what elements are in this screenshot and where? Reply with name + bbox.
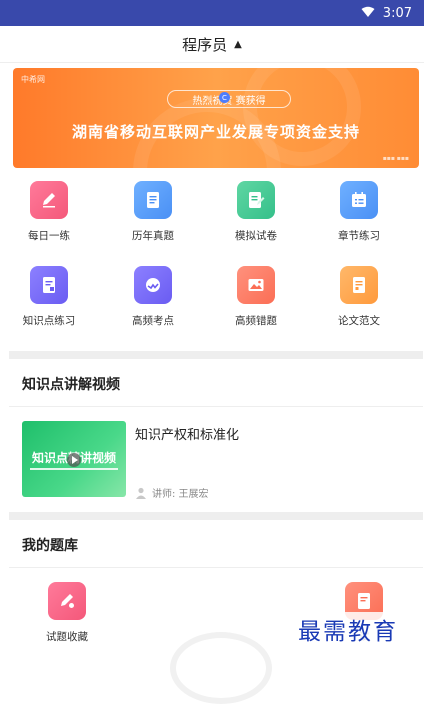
section-divider: [9, 512, 423, 520]
grid-item-label: 高频考点: [132, 315, 174, 327]
grid-item-label: 每日一练: [28, 230, 70, 242]
image-icon: [237, 266, 275, 304]
grid-item-label: 模拟试卷: [235, 230, 277, 242]
library-item-label: 试题收藏: [46, 631, 88, 643]
decorative-arc: [170, 632, 272, 704]
section-separator: [9, 567, 423, 568]
section-separator: [9, 406, 423, 407]
pencil-star-icon: [48, 582, 86, 620]
triangle-up-icon: ▲: [234, 38, 242, 50]
video-title[interactable]: 知识产权和标准化: [135, 424, 239, 443]
thumbnail-underline: [30, 468, 118, 470]
note-icon: [30, 266, 68, 304]
page-title: 程序员: [182, 35, 228, 54]
grid-item-label: 知识点练习: [22, 315, 76, 327]
grid-item-label: 章节练习: [338, 230, 380, 242]
banner-badge-icon: C: [219, 92, 230, 103]
library-section-title: 我的题库: [22, 538, 78, 554]
pencil-icon: [30, 181, 68, 219]
watermark-text: 最需教育: [298, 612, 398, 646]
essay-icon: [340, 266, 378, 304]
grid-item-label: 历年真题: [132, 230, 174, 242]
promo-banner[interactable]: 中希网 热烈祝贺 赛获得 C 湖南省移动互联网产业发展专项资金支持 ▪▪▪ ▪▪…: [13, 68, 419, 168]
section-divider: [9, 351, 423, 359]
document-icon: [134, 181, 172, 219]
grid-item-daily-practice[interactable]: 每日一练: [9, 181, 89, 243]
gauge-icon: [134, 266, 172, 304]
video-section-title: 知识点讲解视频: [22, 377, 120, 393]
play-icon[interactable]: [67, 453, 81, 467]
grid-item-hot-topics[interactable]: 高频考点: [113, 266, 193, 328]
grid-item-sample-essays[interactable]: 论文范文: [319, 266, 399, 328]
calendar-list-icon: [340, 181, 378, 219]
grid-item-past-exams[interactable]: 历年真题: [113, 181, 193, 243]
grid-item-chapter-practice[interactable]: 章节练习: [319, 181, 399, 243]
subject-selector[interactable]: 程序员 ▲: [0, 26, 424, 63]
banner-logo: 中希网: [21, 75, 45, 84]
grid-item-knowledge-practice[interactable]: 知识点练习: [9, 266, 89, 328]
status-time: 3:07: [382, 5, 412, 21]
video-lecturer: 讲师: 王展宏: [135, 485, 209, 500]
edit-document-icon: [237, 181, 275, 219]
grid-item-label: 高频错题: [235, 315, 277, 327]
banner-footer: ▪▪▪ ▪▪▪: [382, 155, 409, 162]
video-thumbnail[interactable]: 知识点精讲视频: [22, 421, 126, 497]
wifi-icon: [361, 6, 375, 21]
status-bar: 3:07: [0, 0, 424, 26]
grid-item-mock-exam[interactable]: 模拟试卷: [216, 181, 296, 243]
banner-title: 湖南省移动互联网产业发展专项资金支持: [71, 123, 360, 141]
grid-item-frequent-mistakes[interactable]: 高频错题: [216, 266, 296, 328]
person-icon: [136, 487, 146, 499]
lecturer-name: 讲师: 王展宏: [152, 489, 209, 500]
grid-item-label: 论文范文: [338, 315, 380, 327]
library-item-favorites[interactable]: 试题收藏: [27, 582, 107, 644]
